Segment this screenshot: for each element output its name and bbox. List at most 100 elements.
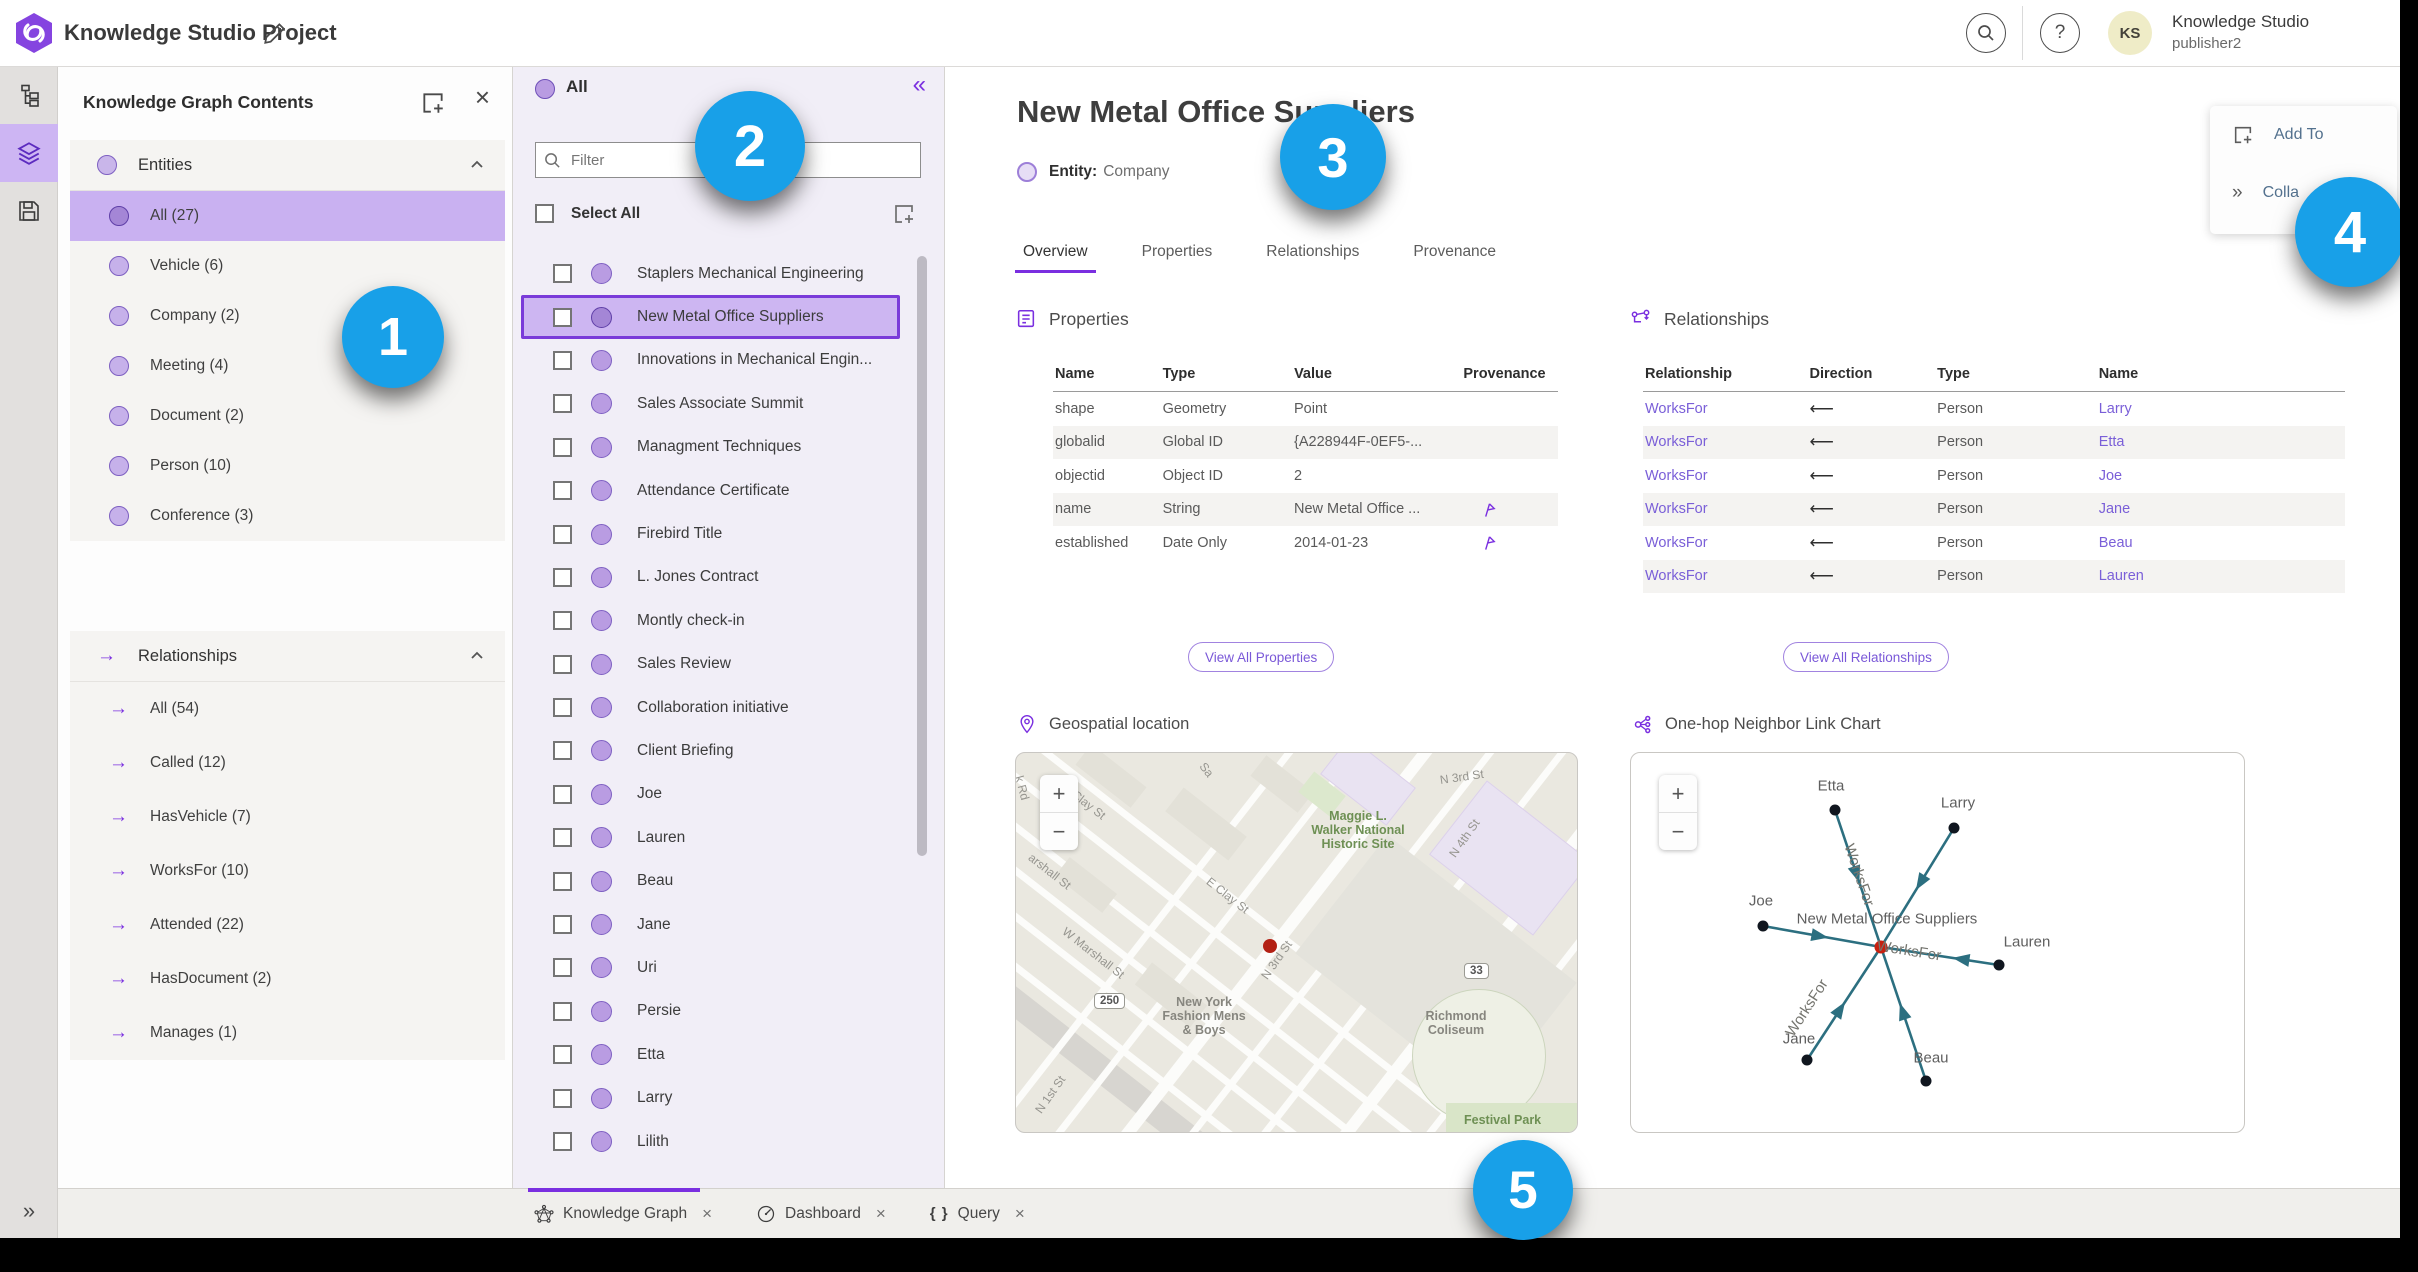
search-button[interactable] <box>1966 13 2006 53</box>
collapse-panel-icon[interactable]: « <box>913 71 926 99</box>
item-checkbox[interactable] <box>553 1045 572 1065</box>
zoom-in-button[interactable]: + <box>1040 775 1078 813</box>
expand-rail-button[interactable]: » <box>0 1198 58 1224</box>
contents-tool-button[interactable] <box>0 124 58 182</box>
related-entity-link[interactable]: Jane <box>2099 501 2345 517</box>
list-item[interactable]: Beau <box>521 859 900 902</box>
list-item[interactable]: Innovations in Mechanical Engin... <box>521 339 900 382</box>
item-checkbox[interactable] <box>553 828 572 848</box>
relationship-type-row[interactable]: → All (54) <box>70 682 505 736</box>
list-item[interactable]: Staplers Mechanical Engineering <box>521 252 900 295</box>
list-item[interactable]: Lilith <box>521 1120 900 1163</box>
list-item[interactable]: Larry <box>521 1076 900 1119</box>
related-entity-link[interactable]: Larry <box>2099 401 2345 417</box>
provenance-flag-icon[interactable] <box>1481 501 1498 518</box>
entity-type-row[interactable]: Conference (3) <box>70 491 505 541</box>
add-to-new-map-icon[interactable] <box>420 90 446 116</box>
item-checkbox[interactable] <box>553 1088 572 1108</box>
entity-type-row[interactable]: All (27) <box>70 191 505 241</box>
detail-tab[interactable]: Provenance <box>1407 242 1502 273</box>
related-entity-link[interactable]: Joe <box>2099 468 2345 484</box>
list-item[interactable]: Managment Techniques <box>521 426 900 469</box>
entity-type-row[interactable]: Vehicle (6) <box>70 241 505 291</box>
close-panel-icon[interactable]: × <box>475 84 490 110</box>
schema-tool-button[interactable] <box>0 66 58 124</box>
item-checkbox[interactable] <box>553 871 572 891</box>
item-checkbox[interactable] <box>553 307 572 327</box>
list-item[interactable]: Client Briefing <box>521 729 900 772</box>
close-tab-icon[interactable]: × <box>1015 1204 1025 1224</box>
list-item[interactable]: Lauren <box>521 816 900 859</box>
account-info[interactable]: Knowledge Studio publisher2 <box>2172 11 2309 55</box>
item-checkbox[interactable] <box>553 524 572 544</box>
list-item[interactable]: Sales Associate Summit <box>521 382 900 425</box>
list-item[interactable]: Sales Review <box>521 643 900 686</box>
relationship-type-link[interactable]: WorksFor <box>1643 401 1810 417</box>
relationship-type-row[interactable]: → WorksFor (10) <box>70 844 505 898</box>
list-item[interactable]: Jane <box>521 903 900 946</box>
item-checkbox[interactable] <box>553 1001 572 1021</box>
select-all-row[interactable]: Select All <box>535 204 640 223</box>
view-all-relationships-button[interactable]: View All Relationships <box>1783 642 1949 672</box>
item-checkbox[interactable] <box>553 350 572 370</box>
item-checkbox[interactable] <box>553 264 572 284</box>
item-checkbox[interactable] <box>553 741 572 761</box>
item-checkbox[interactable] <box>553 654 572 674</box>
related-entity-link[interactable]: Etta <box>2099 434 2345 450</box>
entity-type-row[interactable]: Person (10) <box>70 441 505 491</box>
chevron-up-icon[interactable] <box>469 648 485 664</box>
tab-knowledge-graph[interactable]: Knowledge Graph × <box>534 1204 712 1224</box>
list-item[interactable]: Collaboration initiative <box>521 686 900 729</box>
edit-title-icon[interactable] <box>262 20 288 46</box>
entities-section-header[interactable]: Entities <box>70 140 505 191</box>
related-entity-link[interactable]: Lauren <box>2099 568 2345 584</box>
item-checkbox[interactable] <box>553 567 572 587</box>
zoom-out-button[interactable]: − <box>1040 813 1078 850</box>
entity-location-marker[interactable] <box>1263 939 1277 953</box>
tab-query[interactable]: { } Query × <box>930 1204 1025 1224</box>
view-all-properties-button[interactable]: View All Properties <box>1188 642 1335 672</box>
list-item[interactable]: Firebird Title <box>521 512 900 555</box>
chevron-up-icon[interactable] <box>469 157 485 173</box>
item-checkbox[interactable] <box>553 611 572 631</box>
select-all-checkbox[interactable] <box>535 204 554 223</box>
avatar[interactable]: KS <box>2108 11 2152 55</box>
provenance-flag-icon[interactable] <box>1481 534 1498 551</box>
help-button[interactable]: ? <box>2040 13 2080 53</box>
relationship-type-link[interactable]: WorksFor <box>1643 468 1810 484</box>
list-item[interactable]: Joe <box>521 773 900 816</box>
list-scrollbar[interactable] <box>917 256 927 856</box>
item-checkbox[interactable] <box>553 437 572 457</box>
item-checkbox[interactable] <box>553 394 572 414</box>
zoom-in-button[interactable]: + <box>1659 775 1697 813</box>
item-checkbox[interactable] <box>553 915 572 935</box>
close-tab-icon[interactable]: × <box>702 1204 712 1224</box>
zoom-out-button[interactable]: − <box>1659 813 1697 850</box>
list-item[interactable]: Uri <box>521 946 900 989</box>
item-checkbox[interactable] <box>553 698 572 718</box>
save-tool-button[interactable] <box>0 182 58 240</box>
item-checkbox[interactable] <box>553 481 572 501</box>
close-tab-icon[interactable]: × <box>876 1204 886 1224</box>
entity-type-row[interactable]: Document (2) <box>70 391 505 441</box>
item-checkbox[interactable] <box>553 784 572 804</box>
detail-tab[interactable]: Relationships <box>1260 242 1365 273</box>
related-entity-link[interactable]: Beau <box>2099 535 2345 551</box>
list-item[interactable]: Persie <box>521 990 900 1033</box>
detail-tab[interactable]: Properties <box>1136 242 1219 273</box>
relationship-type-row[interactable]: → Called (12) <box>70 736 505 790</box>
relationship-type-link[interactable]: WorksFor <box>1643 434 1810 450</box>
relationship-type-link[interactable]: WorksFor <box>1643 501 1810 517</box>
add-to-menu-item[interactable]: Add To <box>2210 106 2397 164</box>
relationship-type-link[interactable]: WorksFor <box>1643 568 1810 584</box>
list-item[interactable]: Montly check-in <box>521 599 900 642</box>
list-item[interactable]: Attendance Certificate <box>521 469 900 512</box>
item-checkbox[interactable] <box>553 958 572 978</box>
relationship-type-link[interactable]: WorksFor <box>1643 535 1810 551</box>
list-item[interactable]: New Metal Office Suppliers <box>521 295 900 339</box>
list-item[interactable]: Etta <box>521 1033 900 1076</box>
relationship-type-row[interactable]: → HasVehicle (7) <box>70 790 505 844</box>
relationship-type-row[interactable]: → Manages (1) <box>70 1006 505 1060</box>
detail-tab[interactable]: Overview <box>1015 242 1096 273</box>
add-selection-icon[interactable] <box>892 202 916 226</box>
